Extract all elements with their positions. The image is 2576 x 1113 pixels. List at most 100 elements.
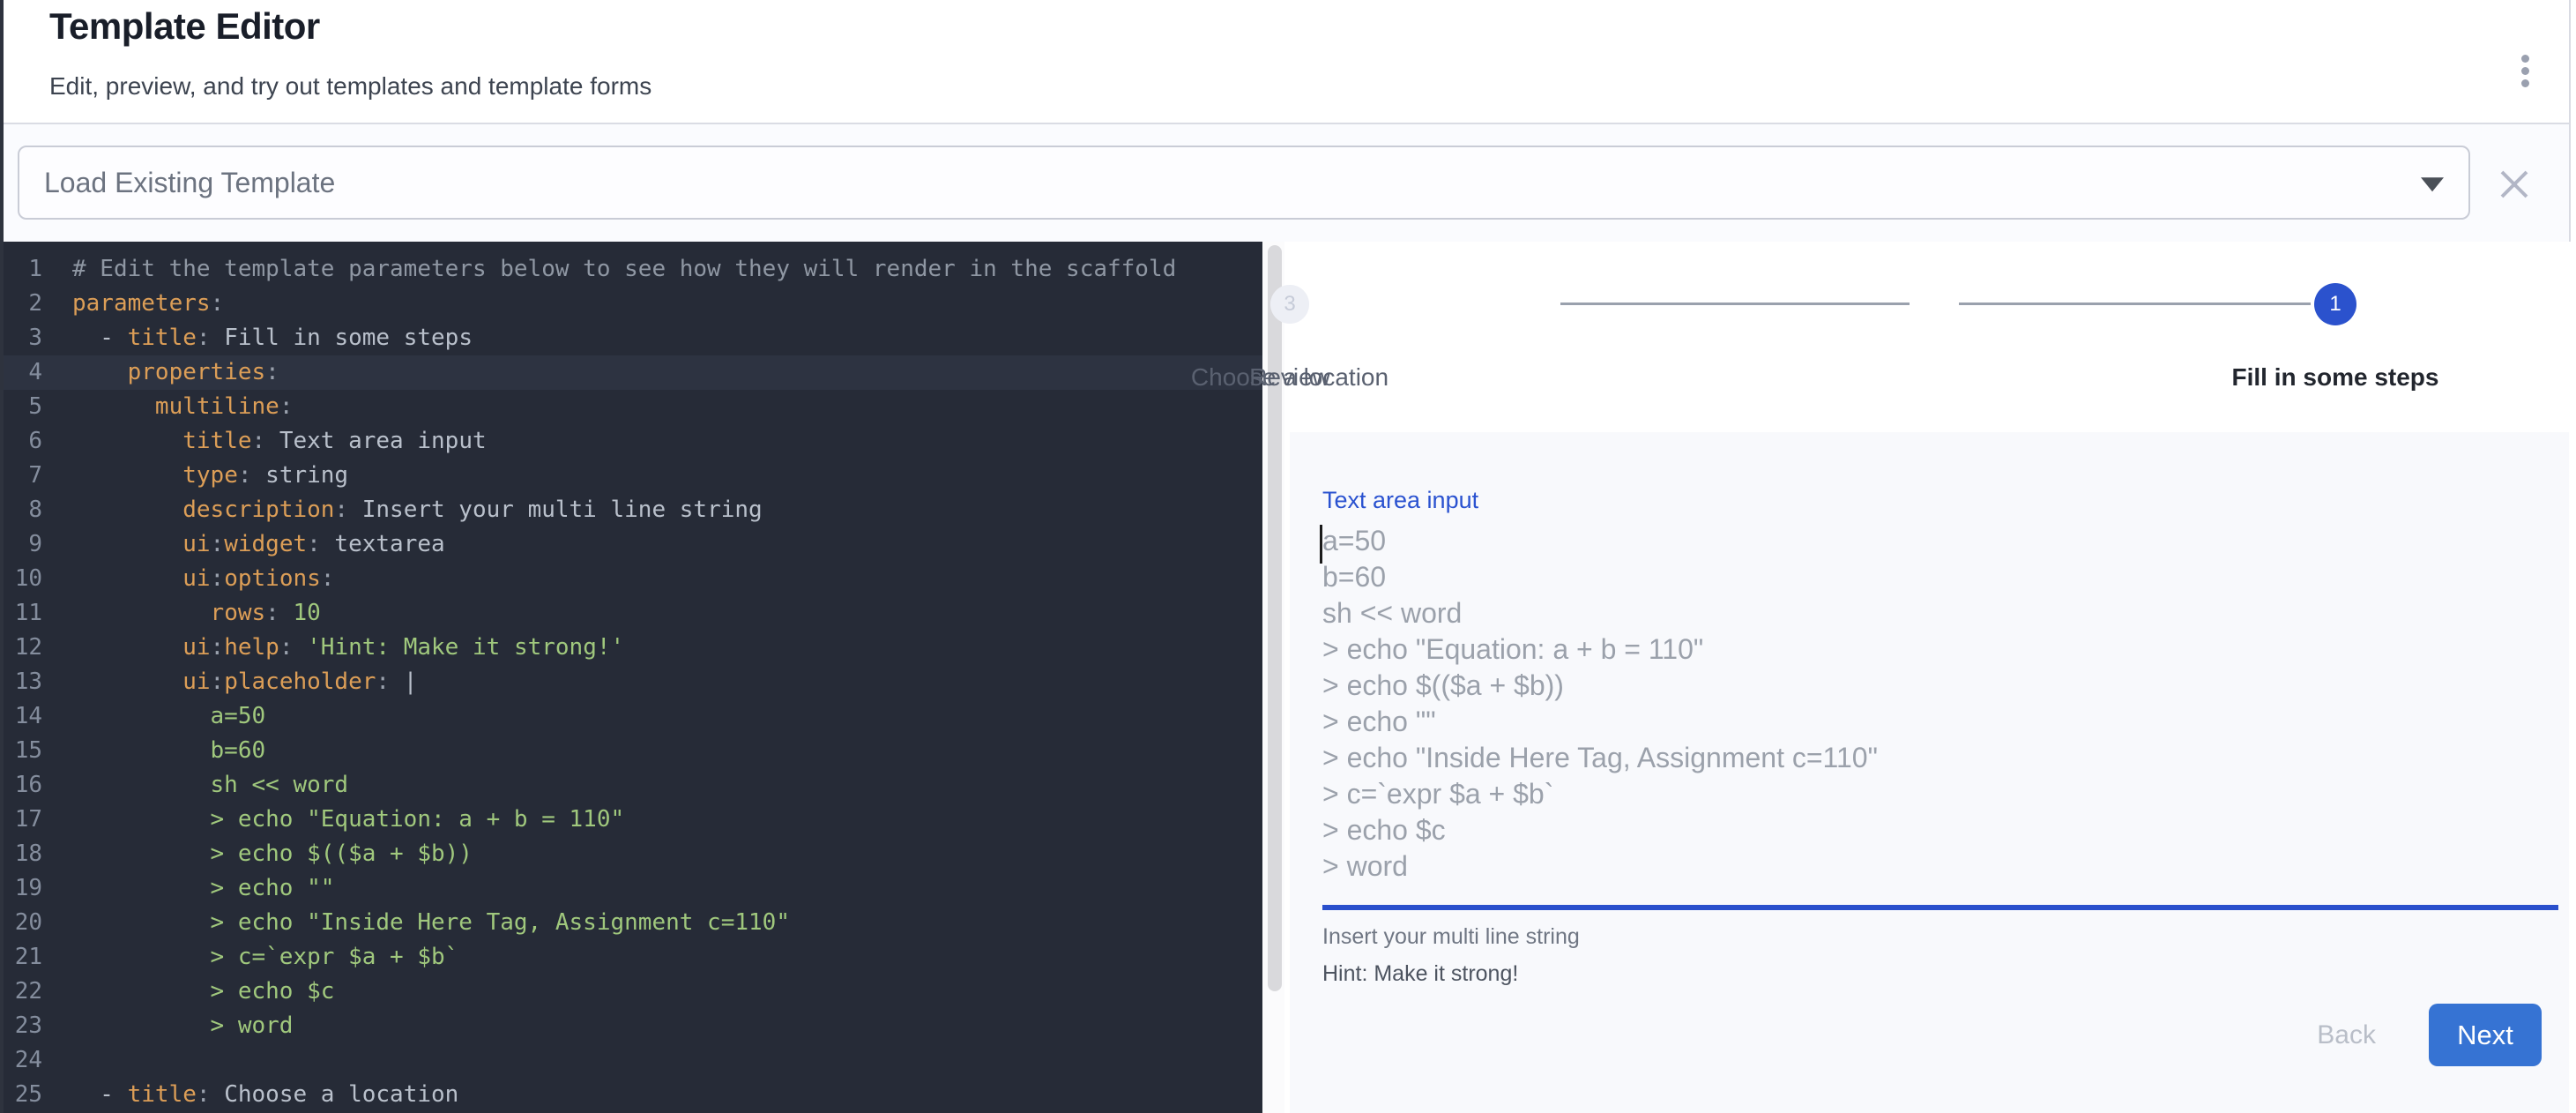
code-text: description: Insert your multi line stri… xyxy=(42,493,763,527)
textarea-placeholder: a=50b=60sh << word> echo "Equation: a + … xyxy=(1322,523,2558,885)
code-line[interactable]: 1# Edit the template parameters below to… xyxy=(4,252,1262,287)
code-line[interactable]: 4 properties: xyxy=(4,355,1262,390)
textarea-line: sh << word xyxy=(1322,595,2558,631)
kebab-menu-icon[interactable] xyxy=(2507,44,2542,97)
line-number: 18 xyxy=(4,837,42,871)
line-number: 9 xyxy=(4,527,42,562)
code-line[interactable]: 7 type: string xyxy=(4,459,1262,493)
line-number: 17 xyxy=(4,803,42,837)
code-text: ui:help: 'Hint: Make it strong!' xyxy=(42,631,624,665)
scrollbar-thumb[interactable] xyxy=(1268,245,1282,991)
line-number: 14 xyxy=(4,699,42,734)
select-placeholder: Load Existing Template xyxy=(44,167,335,199)
textarea-line: > word xyxy=(1322,848,2558,885)
code-lines: 1# Edit the template parameters below to… xyxy=(4,252,1262,1112)
line-number: 25 xyxy=(4,1078,42,1112)
code-line[interactable]: 22 > echo $c xyxy=(4,975,1262,1009)
code-text: > echo $c xyxy=(42,975,334,1009)
header: Template Editor Edit, preview, and try o… xyxy=(4,0,2569,123)
code-line[interactable]: 13 ui:placeholder: | xyxy=(4,665,1262,699)
textarea-line: > echo "" xyxy=(1322,704,2558,740)
code-line[interactable]: 23 > word xyxy=(4,1009,1262,1043)
line-number: 20 xyxy=(4,906,42,940)
code-line[interactable]: 14 a=50 xyxy=(4,699,1262,734)
textarea-line: > echo "Equation: a + b = 110" xyxy=(1322,631,2558,668)
code-line[interactable]: 16 sh << word xyxy=(4,768,1262,803)
kebab-dot xyxy=(2521,55,2529,63)
back-button[interactable]: Back xyxy=(2304,1020,2388,1050)
next-button[interactable]: Next xyxy=(2429,1004,2542,1066)
code-editor[interactable]: 1# Edit the template parameters below to… xyxy=(4,242,1262,1113)
line-number: 10 xyxy=(4,562,42,596)
line-number: 22 xyxy=(4,975,42,1009)
code-text: ui:widget: textarea xyxy=(42,527,445,562)
code-line[interactable]: 2parameters: xyxy=(4,287,1262,321)
textarea-line: > echo $(($a + $b)) xyxy=(1322,668,2558,704)
code-line[interactable]: 25 - title: Choose a location xyxy=(4,1078,1262,1112)
kebab-dot xyxy=(2521,67,2529,75)
field-label: Text area input xyxy=(1322,487,1478,514)
line-number: 8 xyxy=(4,493,42,527)
line-number: 5 xyxy=(4,390,42,424)
field-help-text: Hint: Make it strong! xyxy=(1322,961,1518,987)
code-line[interactable]: 12 ui:help: 'Hint: Make it strong!' xyxy=(4,631,1262,665)
code-text: a=50 xyxy=(42,699,265,734)
line-number: 2 xyxy=(4,287,42,321)
code-text: parameters: xyxy=(42,287,224,321)
textarea-focus-underline xyxy=(1322,905,2558,910)
code-text xyxy=(42,1043,72,1078)
code-line[interactable]: 18 > echo $(($a + $b)) xyxy=(4,837,1262,871)
line-number: 19 xyxy=(4,871,42,906)
code-line[interactable]: 21 > c=`expr $a + $b` xyxy=(4,940,1262,975)
code-line[interactable]: 19 > echo "" xyxy=(4,871,1262,906)
code-line[interactable]: 15 b=60 xyxy=(4,734,1262,768)
form-actions: Back Next xyxy=(2304,1004,2542,1066)
stepper-connector xyxy=(1560,303,1910,305)
code-text: # Edit the template parameters below to … xyxy=(42,252,1176,287)
code-line[interactable]: 17 > echo "Equation: a + b = 110" xyxy=(4,803,1262,837)
text-cursor xyxy=(1320,525,1322,564)
line-number: 6 xyxy=(4,424,42,459)
code-text: sh << word xyxy=(42,768,348,803)
code-line[interactable]: 8 description: Insert your multi line st… xyxy=(4,493,1262,527)
code-line[interactable]: 24 xyxy=(4,1043,1262,1078)
line-number: 12 xyxy=(4,631,42,665)
stepper: 1Fill in some steps2Choose a location3Re… xyxy=(1290,242,2571,432)
code-text: multiline: xyxy=(42,390,293,424)
code-text: title: Text area input xyxy=(42,424,487,459)
code-line[interactable]: 10 ui:options: xyxy=(4,562,1262,596)
code-line[interactable]: 11 rows: 10 xyxy=(4,596,1262,631)
code-text: rows: 10 xyxy=(42,596,321,631)
code-text: type: string xyxy=(42,459,348,493)
code-line[interactable]: 9 ui:widget: textarea xyxy=(4,527,1262,562)
dropdown-arrow-icon xyxy=(2421,177,2444,191)
template-preview-panel: 1Fill in some steps2Choose a location3Re… xyxy=(1290,242,2571,1113)
code-text: > echo "" xyxy=(42,871,334,906)
code-text: > word xyxy=(42,1009,293,1043)
code-line[interactable]: 20 > echo "Inside Here Tag, Assignment c… xyxy=(4,906,1262,940)
step-number: 3 xyxy=(1270,285,1309,324)
field-description: Insert your multi line string xyxy=(1322,924,1580,950)
page-title: Template Editor xyxy=(49,5,320,48)
line-number: 11 xyxy=(4,596,42,631)
code-text: ui:options: xyxy=(42,562,334,596)
code-text: > echo "Inside Here Tag, Assignment c=11… xyxy=(42,906,790,940)
page-subtitle: Edit, preview, and try out templates and… xyxy=(49,72,651,101)
code-text: - title: Fill in some steps xyxy=(42,321,473,355)
line-number: 13 xyxy=(4,665,42,699)
line-number: 21 xyxy=(4,940,42,975)
textarea-line: b=60 xyxy=(1322,559,2558,595)
load-template-bar: Load Existing Template xyxy=(4,124,2569,242)
line-number: 1 xyxy=(4,252,42,287)
code-line[interactable]: 6 title: Text area input xyxy=(4,424,1262,459)
clear-icon[interactable] xyxy=(2495,165,2534,204)
textarea-line: > echo "Inside Here Tag, Assignment c=11… xyxy=(1322,740,2558,776)
line-number: 24 xyxy=(4,1043,42,1078)
line-number: 7 xyxy=(4,459,42,493)
code-line[interactable]: 3 - title: Fill in some steps xyxy=(4,321,1262,355)
multiline-textarea[interactable]: a=50b=60sh << word> echo "Equation: a + … xyxy=(1322,523,2558,888)
code-line[interactable]: 5 multiline: xyxy=(4,390,1262,424)
code-text: - title: Choose a location xyxy=(42,1078,458,1112)
load-template-select[interactable]: Load Existing Template xyxy=(18,146,2470,220)
step-label: Fill in some steps xyxy=(2232,363,2439,392)
